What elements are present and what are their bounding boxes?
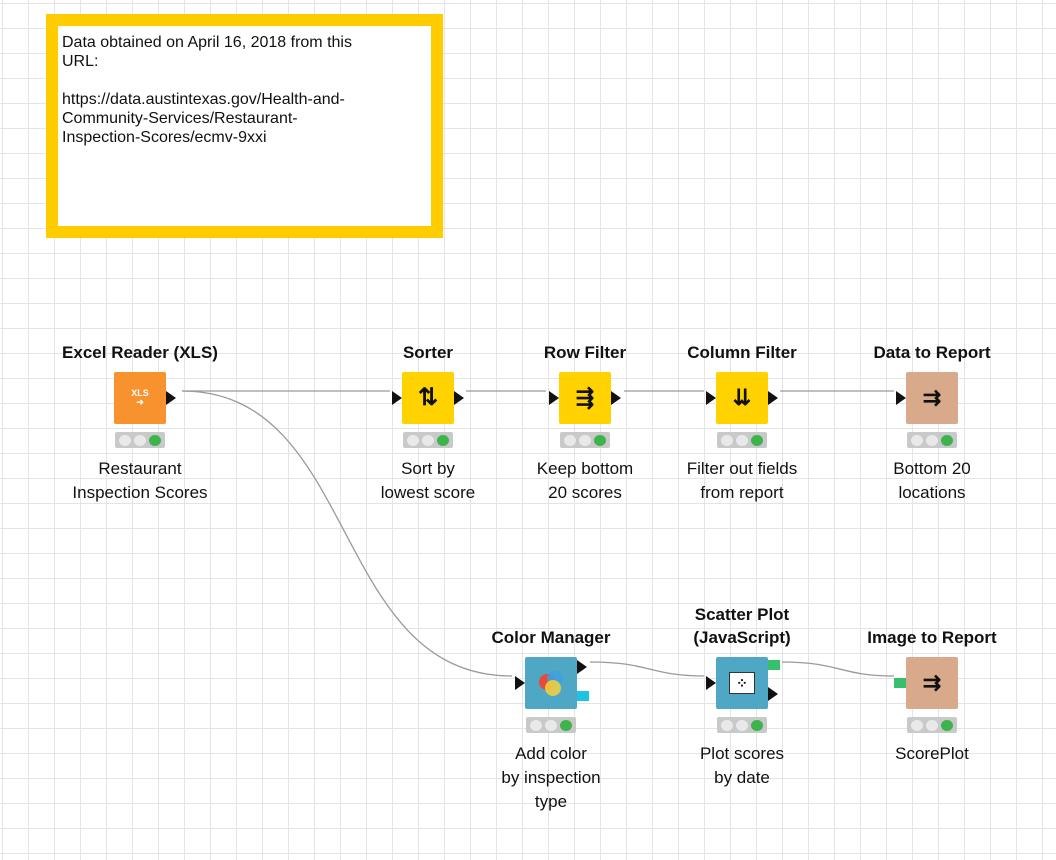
node-status [717, 717, 767, 733]
report-icon: ⇉ [922, 385, 942, 410]
annotation-text: Data obtained on April 16, 2018 from thi… [62, 34, 352, 146]
node-label[interactable]: Filter out fields from report [652, 457, 832, 505]
node-scatter-plot[interactable]: Scatter Plot (JavaScript) ⁘ Plot scores … [652, 603, 832, 790]
node-status [907, 432, 957, 448]
node-status [560, 432, 610, 448]
node-label[interactable]: Sort by lowest score [338, 457, 518, 505]
node-body-color-manager[interactable] [515, 657, 589, 709]
node-excel-reader[interactable]: Excel Reader (XLS) XLS ➜ Restaurant Inspe… [50, 318, 230, 505]
node-image-to-report[interactable]: Image to Report ⇉ ScorePlot [842, 603, 1022, 766]
node-body-image-to-report[interactable]: ⇉ [894, 657, 958, 709]
node-label[interactable]: Add color by inspection type [461, 742, 641, 814]
node-body-excel-reader[interactable]: XLS ➜ [114, 372, 176, 424]
image-input-port[interactable] [894, 678, 906, 688]
scatter-plot-icon: ⁘ [729, 672, 755, 694]
row-filter-icon: ⇶ [575, 385, 595, 410]
node-status [717, 432, 767, 448]
output-port[interactable] [768, 687, 778, 701]
node-label[interactable]: Bottom 20 locations [842, 457, 1022, 505]
node-status [907, 717, 957, 733]
input-port[interactable] [549, 391, 559, 405]
node-label[interactable]: Keep bottom 20 scores [495, 457, 675, 505]
output-port[interactable] [454, 391, 464, 405]
node-color-manager[interactable]: Color Manager Add color by inspection ty… [461, 603, 641, 814]
node-title: Image to Report [867, 628, 997, 647]
input-port[interactable] [706, 391, 716, 405]
input-port[interactable] [392, 391, 402, 405]
input-port[interactable] [896, 391, 906, 405]
output-port[interactable] [577, 660, 587, 674]
node-status [115, 432, 165, 448]
node-label[interactable]: Restaurant Inspection Scores [50, 457, 230, 505]
xls-icon: XLS ➜ [131, 388, 149, 407]
input-port[interactable] [515, 676, 525, 690]
node-status [403, 432, 453, 448]
sort-icon: ⇅ [417, 384, 439, 411]
image-report-icon: ⇉ [922, 670, 942, 695]
node-title: Row Filter [543, 343, 627, 362]
node-title: Color Manager [491, 628, 611, 647]
node-row-filter[interactable]: Row Filter ⇶ Keep bottom 20 scores [495, 318, 675, 505]
node-data-to-report[interactable]: Data to Report ⇉ Bottom 20 locations [842, 318, 1022, 505]
output-port[interactable] [768, 391, 778, 405]
output-port[interactable] [166, 391, 176, 405]
node-column-filter[interactable]: Column Filter ⇊ Filter out fields from r… [652, 318, 832, 505]
node-title: Data to Report [873, 343, 991, 362]
node-body-scatter-plot[interactable]: ⁘ [706, 657, 780, 709]
node-title: Excel Reader (XLS) [62, 343, 218, 362]
output-port[interactable] [611, 391, 621, 405]
node-body-column-filter[interactable]: ⇊ [706, 372, 778, 424]
workflow-annotation[interactable]: Data obtained on April 16, 2018 from thi… [46, 14, 443, 238]
node-status [526, 717, 576, 733]
node-body-data-to-report[interactable]: ⇉ [896, 372, 958, 424]
image-output-port[interactable] [768, 660, 780, 670]
node-title: Scatter Plot (JavaScript) [693, 605, 791, 647]
node-label[interactable]: ScorePlot [842, 742, 1022, 766]
node-label[interactable]: Plot scores by date [652, 742, 832, 790]
node-title: Column Filter [687, 343, 797, 362]
color-circles-icon [539, 671, 563, 696]
node-body-row-filter[interactable]: ⇶ [549, 372, 621, 424]
node-sorter[interactable]: Sorter ⇅ Sort by lowest score [338, 318, 518, 505]
color-model-port[interactable] [577, 691, 589, 701]
node-title: Sorter [402, 343, 454, 362]
column-filter-icon: ⇊ [732, 385, 752, 410]
node-body-sorter[interactable]: ⇅ [392, 372, 464, 424]
input-port[interactable] [706, 676, 716, 690]
